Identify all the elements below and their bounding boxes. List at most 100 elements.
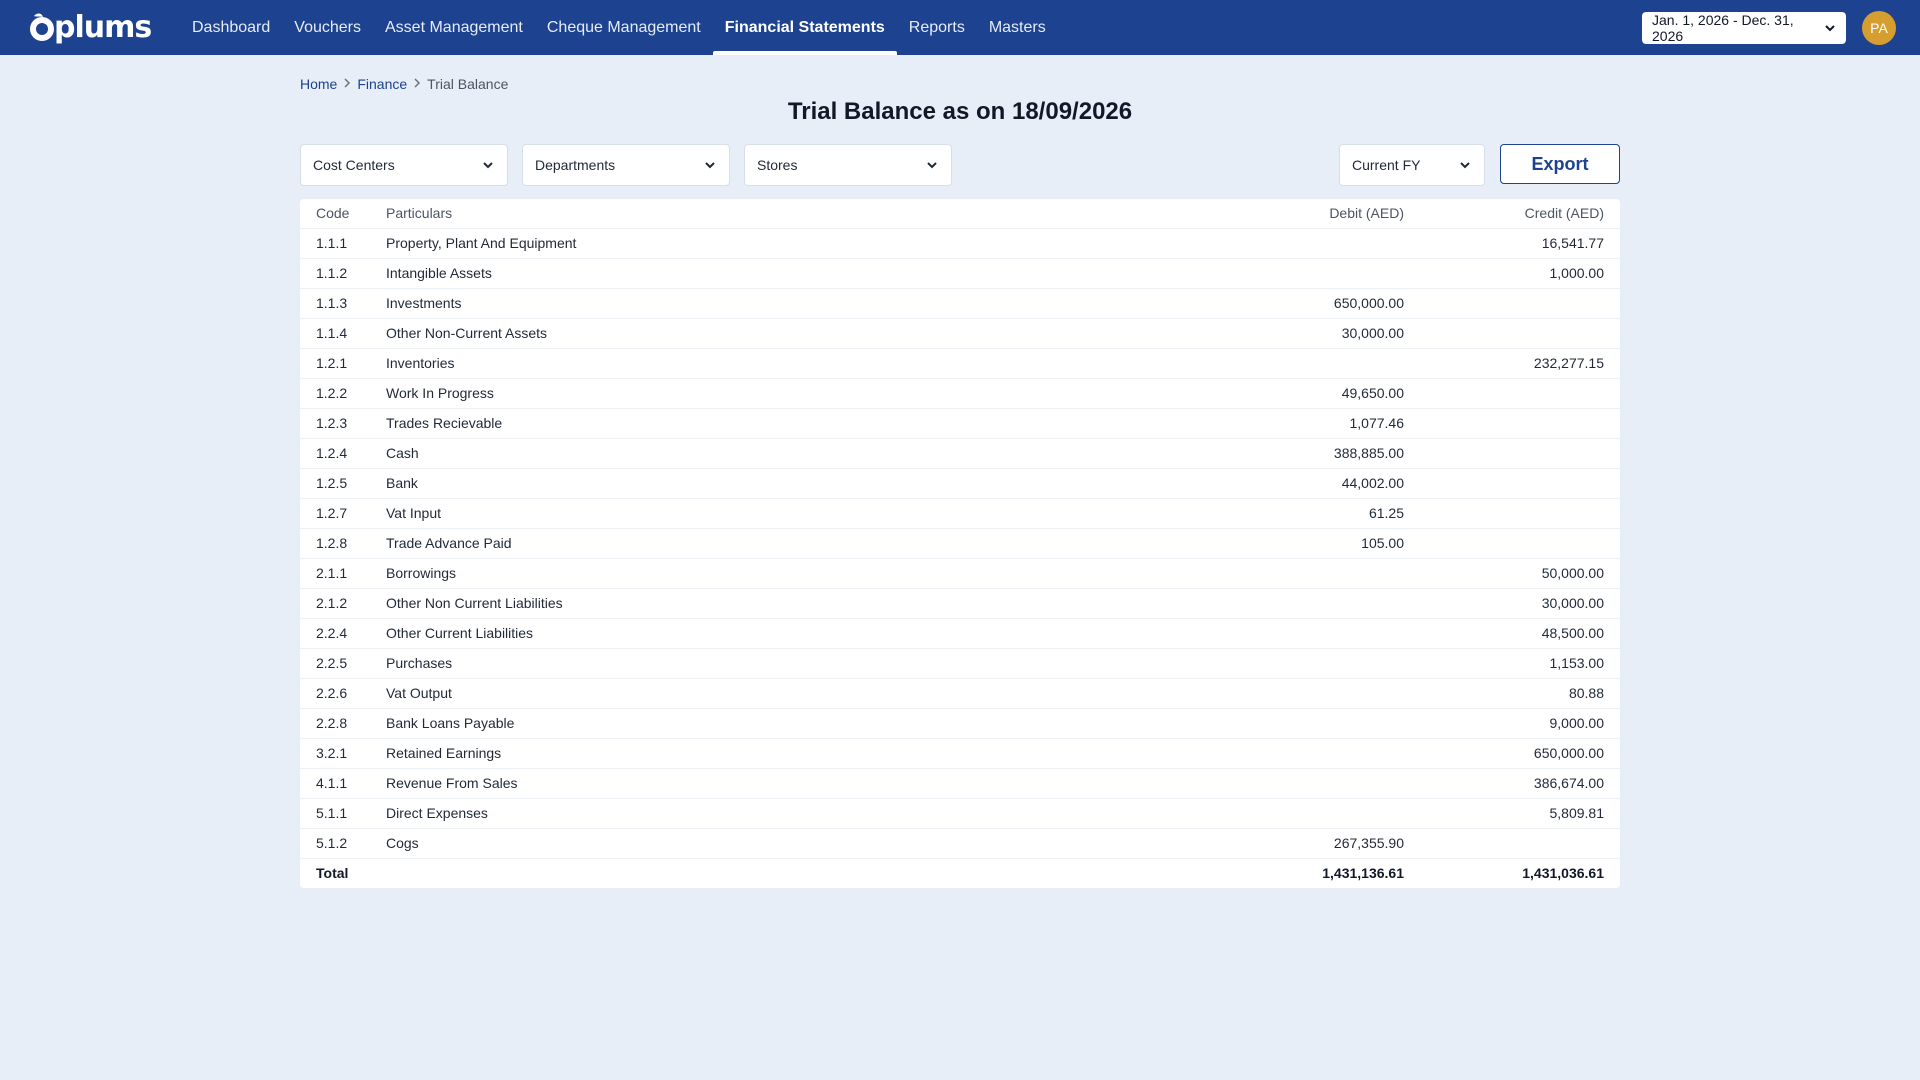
table-row[interactable]: 2.1.1 Borrowings 50,000.00 <box>300 558 1620 589</box>
table-row[interactable]: 2.2.8 Bank Loans Payable 9,000.00 <box>300 708 1620 739</box>
user-avatar[interactable]: PA <box>1862 11 1896 45</box>
row-code: 2.2.5 <box>300 648 370 679</box>
breadcrumb-home[interactable]: Home <box>300 76 337 92</box>
table-row[interactable]: 5.1.2 Cogs 267,355.90 <box>300 828 1620 859</box>
chevron-down-icon <box>1824 22 1836 34</box>
nav-item-reports[interactable]: Reports <box>897 0 977 55</box>
row-code: 2.2.6 <box>300 678 370 709</box>
row-debit <box>1220 678 1420 709</box>
date-range-select[interactable]: Jan. 1, 2026 - Dec. 31, 2026 <box>1642 12 1846 44</box>
table-row[interactable]: 5.1.1 Direct Expenses 5,809.81 <box>300 798 1620 829</box>
period-label: Current FY <box>1352 157 1421 173</box>
row-debit: 267,355.90 <box>1220 828 1420 859</box>
table-row[interactable]: 1.2.5 Bank 44,002.00 <box>300 468 1620 499</box>
row-debit <box>1220 648 1420 679</box>
table-row[interactable]: 1.1.2 Intangible Assets 1,000.00 <box>300 258 1620 289</box>
row-debit: 650,000.00 <box>1220 288 1420 319</box>
row-debit <box>1220 738 1420 769</box>
row-debit <box>1220 588 1420 619</box>
row-debit <box>1220 258 1420 289</box>
row-debit: 388,885.00 <box>1220 438 1420 469</box>
table-row[interactable]: 1.2.8 Trade Advance Paid 105.00 <box>300 528 1620 559</box>
nav-item-vouchers[interactable]: Vouchers <box>282 0 373 55</box>
nav-item-financial-statements[interactable]: Financial Statements <box>712 0 897 55</box>
row-code: 5.1.2 <box>300 828 370 859</box>
chevron-down-icon <box>925 158 939 172</box>
row-particulars: Purchases <box>370 648 1220 679</box>
row-particulars: Other Current Liabilities <box>370 618 1220 649</box>
export-button[interactable]: Export <box>1500 144 1620 184</box>
table-row[interactable]: 4.1.1 Revenue From Sales 386,674.00 <box>300 768 1620 799</box>
row-code: 2.1.1 <box>300 558 370 589</box>
stores-label: Stores <box>757 157 798 173</box>
breadcrumb-finance[interactable]: Finance <box>357 76 407 92</box>
departments-select[interactable]: Departments <box>522 144 730 186</box>
row-debit: 49,650.00 <box>1220 378 1420 409</box>
row-particulars: Retained Earnings <box>370 738 1220 769</box>
plum-logo-icon <box>30 13 54 41</box>
table-row[interactable]: 1.2.4 Cash 388,885.00 <box>300 438 1620 469</box>
row-code: 2.1.2 <box>300 588 370 619</box>
row-credit <box>1420 468 1620 499</box>
row-credit <box>1420 318 1620 349</box>
table-row[interactable]: 1.2.3 Trades Recievable 1,077.46 <box>300 408 1620 439</box>
row-credit <box>1420 498 1620 529</box>
brand-logo[interactable]: plums <box>24 10 152 45</box>
row-credit: 80.88 <box>1420 678 1620 709</box>
row-debit <box>1220 768 1420 799</box>
row-debit <box>1220 348 1420 379</box>
header-debit: Debit (AED) <box>1220 199 1420 229</box>
page-title: Trial Balance as on 18/09/2026 <box>787 98 1133 125</box>
trial-balance-table: Code Particulars Debit (AED) Credit (AED… <box>300 199 1620 888</box>
header-credit: Credit (AED) <box>1420 199 1620 229</box>
table-row[interactable]: 2.2.4 Other Current Liabilities 48,500.00 <box>300 618 1620 649</box>
row-credit <box>1420 288 1620 319</box>
table-row[interactable]: 1.2.2 Work In Progress 49,650.00 <box>300 378 1620 409</box>
row-particulars: Revenue From Sales <box>370 768 1220 799</box>
table-row[interactable]: 3.2.1 Retained Earnings 650,000.00 <box>300 738 1620 769</box>
period-select[interactable]: Current FY <box>1339 144 1485 186</box>
row-particulars: Intangible Assets <box>370 258 1220 289</box>
table-row[interactable]: 1.1.1 Property, Plant And Equipment 16,541… <box>300 228 1620 259</box>
row-code: 2.2.8 <box>300 708 370 739</box>
nav-item-asset-management[interactable]: Asset Management <box>373 0 535 55</box>
row-code: 1.1.3 <box>300 288 370 319</box>
chevron-down-icon <box>1458 158 1472 172</box>
nav-item-masters[interactable]: Masters <box>977 0 1058 55</box>
row-particulars: Bank Loans Payable <box>370 708 1220 739</box>
row-code: 1.2.4 <box>300 438 370 469</box>
row-particulars: Property, Plant And Equipment <box>370 228 1220 259</box>
row-particulars: Borrowings <box>370 558 1220 589</box>
nav-item-cheque-management[interactable]: Cheque Management <box>535 0 713 55</box>
row-debit: 1,077.46 <box>1220 408 1420 439</box>
table-row[interactable]: 2.2.5 Purchases 1,153.00 <box>300 648 1620 679</box>
row-debit <box>1220 708 1420 739</box>
row-particulars: Direct Expenses <box>370 798 1220 829</box>
row-code: 1.2.3 <box>300 408 370 439</box>
date-range-value: Jan. 1, 2026 - Dec. 31, 2026 <box>1652 12 1794 44</box>
row-credit: 9,000.00 <box>1420 708 1620 739</box>
table-row[interactable]: 1.1.4 Other Non-Current Assets 30,000.00 <box>300 318 1620 349</box>
row-credit <box>1420 828 1620 859</box>
total-credit: 1,431,036.61 <box>1522 865 1604 882</box>
nav-item-dashboard[interactable]: Dashboard <box>180 0 282 55</box>
cost-centers-select[interactable]: Cost Centers <box>300 144 508 186</box>
row-credit: 5,809.81 <box>1420 798 1620 829</box>
row-particulars: Other Non Current Liabilities <box>370 588 1220 619</box>
table-row[interactable]: 2.2.6 Vat Output 80.88 <box>300 678 1620 709</box>
row-code: 3.2.1 <box>300 738 370 769</box>
header-code: Code <box>300 199 370 229</box>
row-debit: 44,002.00 <box>1220 468 1420 499</box>
table-header-row: Code Particulars Debit (AED) Credit (AED… <box>300 199 1620 229</box>
row-code: 1.2.7 <box>300 498 370 529</box>
row-debit <box>1220 228 1420 259</box>
header-particulars: Particulars <box>370 199 1220 229</box>
row-credit <box>1420 378 1620 409</box>
table-row[interactable]: 2.1.2 Other Non Current Liabilities 30,000… <box>300 588 1620 619</box>
table-row[interactable]: 1.2.1 Inventories 232,277.15 <box>300 348 1620 379</box>
table-row[interactable]: 1.2.7 Vat Input 61.25 <box>300 498 1620 529</box>
chevron-right-icon <box>343 77 351 91</box>
row-credit: 1,000.00 <box>1420 258 1620 289</box>
table-row[interactable]: 1.1.3 Investments 650,000.00 <box>300 288 1620 319</box>
stores-select[interactable]: Stores <box>744 144 952 186</box>
